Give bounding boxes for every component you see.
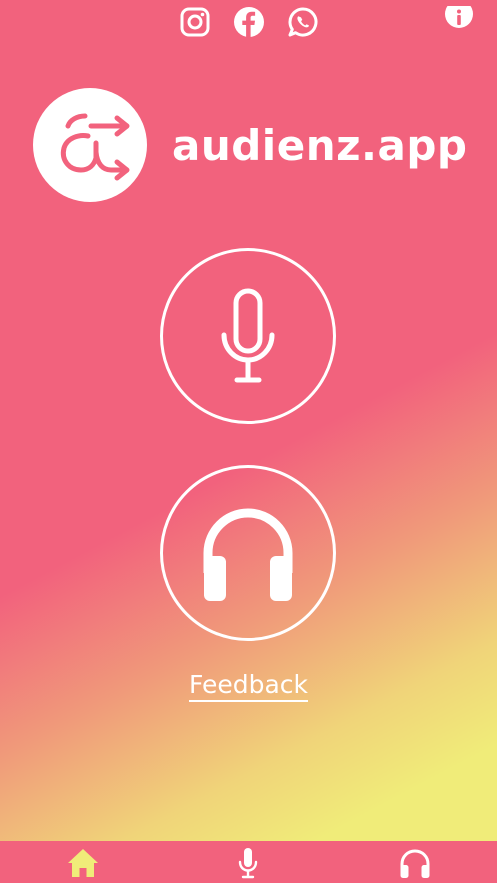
app-screen: audienz.app Feedback: [0, 0, 497, 883]
tab-listen[interactable]: [398, 847, 432, 879]
home-icon: [68, 849, 98, 877]
speak-button[interactable]: [160, 248, 336, 424]
tab-speak[interactable]: [231, 847, 265, 879]
app-title: audienz.app: [172, 121, 468, 170]
headphones-icon: [203, 508, 293, 601]
info-button[interactable]: [445, 6, 473, 32]
app-logo: [33, 88, 147, 202]
instagram-icon: [180, 7, 210, 37]
feedback-link[interactable]: Feedback: [188, 670, 309, 702]
bottom-tab-bar: [0, 841, 497, 883]
microphone-icon: [238, 848, 258, 879]
microphone-icon: [221, 288, 275, 383]
listen-button[interactable]: [160, 465, 336, 641]
facebook-icon: [234, 7, 264, 37]
facebook-link[interactable]: [233, 6, 265, 38]
social-links-bar: [0, 6, 497, 40]
whatsapp-icon: [288, 7, 318, 37]
whatsapp-link[interactable]: [287, 6, 319, 38]
instagram-link[interactable]: [179, 6, 211, 38]
audienz-logo-icon: [60, 113, 130, 181]
tab-home[interactable]: [66, 847, 100, 879]
feedback-row: Feedback: [0, 668, 497, 702]
headphones-icon: [400, 849, 430, 878]
info-icon: [445, 6, 473, 28]
